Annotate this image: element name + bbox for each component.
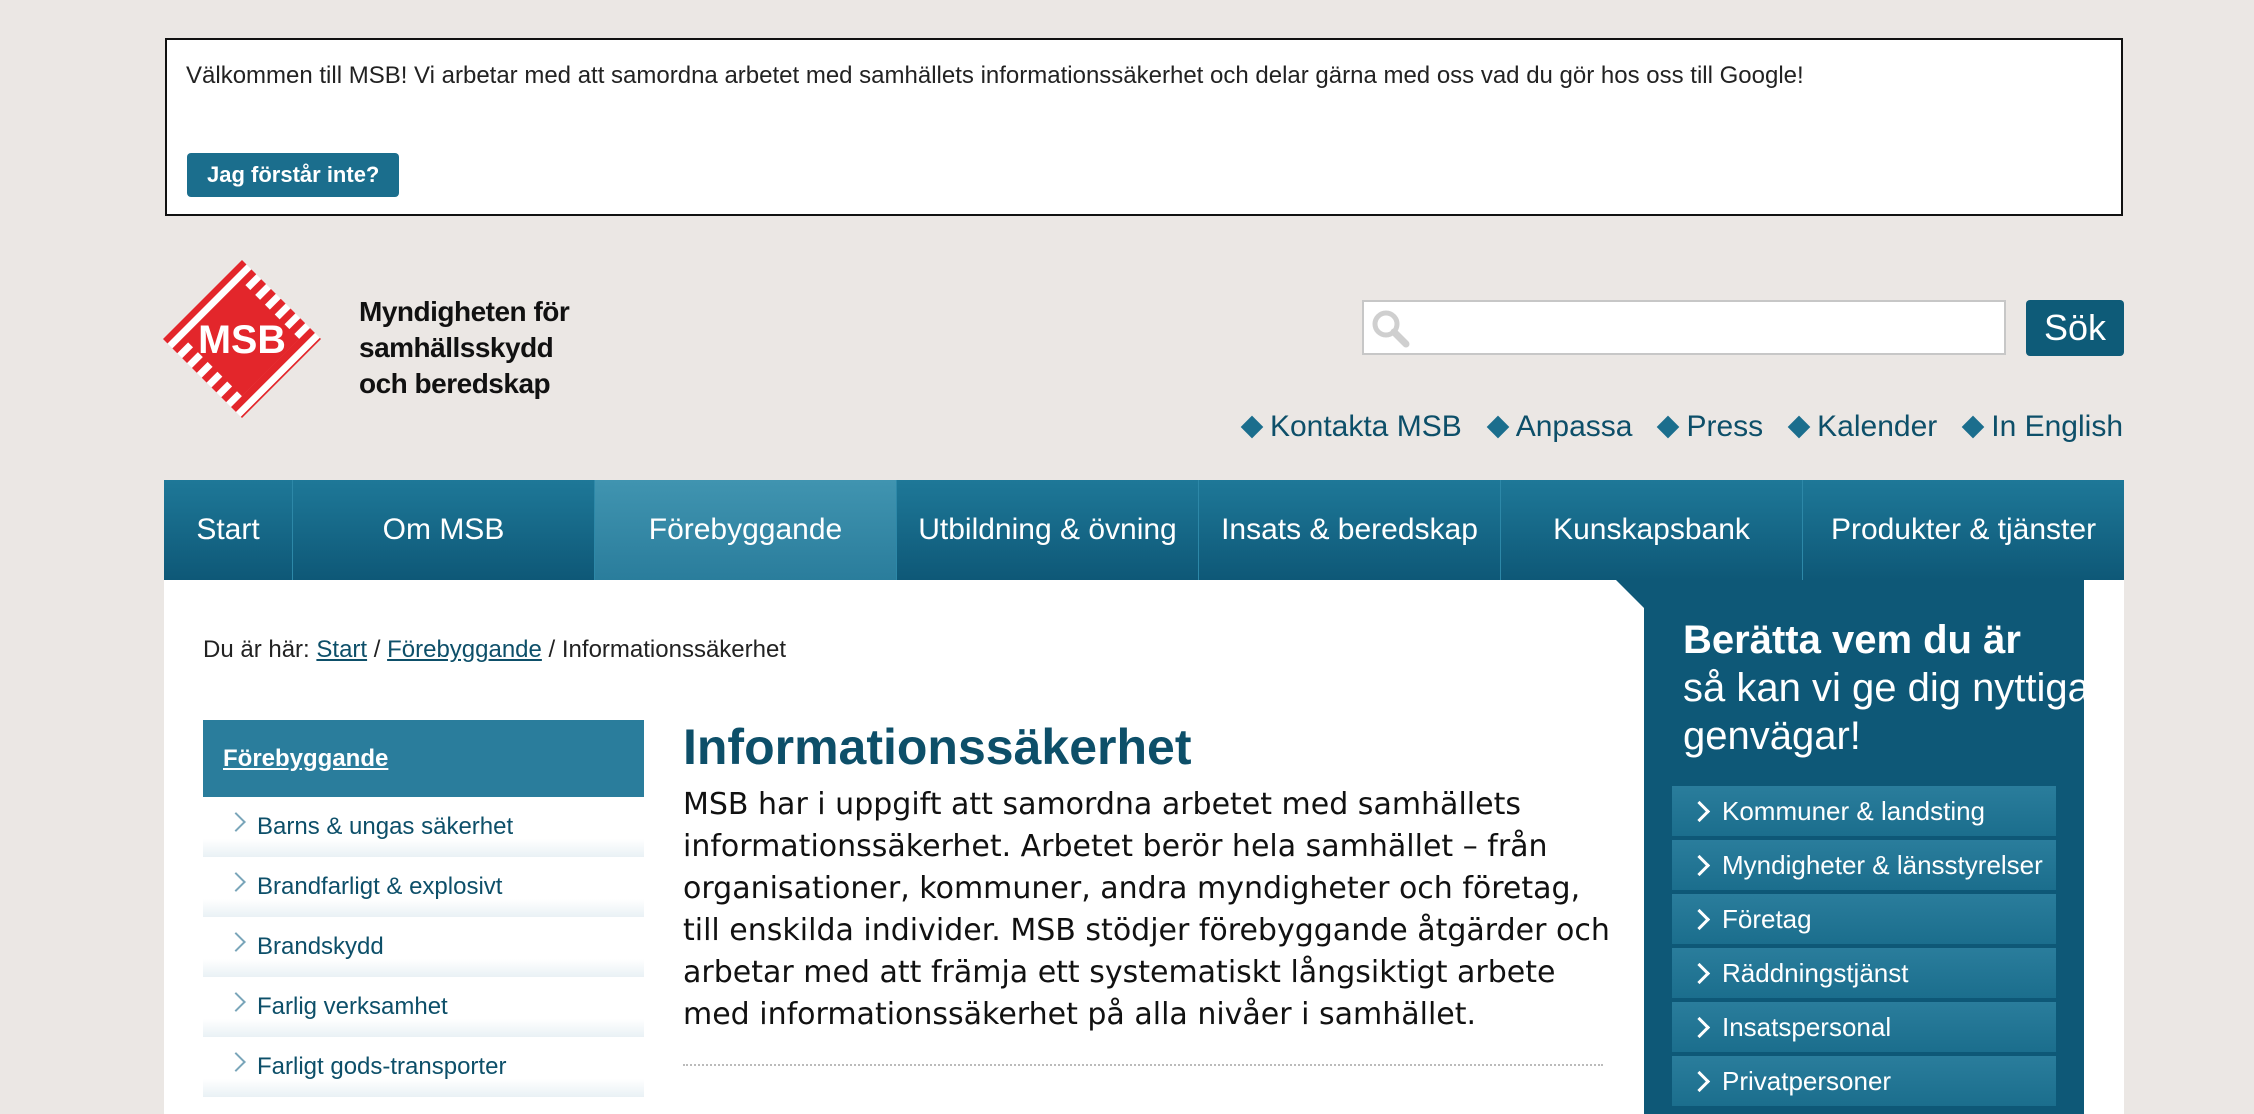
breadcrumb-separator: /: [373, 636, 381, 663]
chevron-right-icon: [1688, 1016, 1711, 1039]
subnav-item-barns[interactable]: Barns & ungas säkerhet: [203, 797, 644, 857]
divider: [683, 1064, 1603, 1066]
logo-title-line: Myndigheten för: [359, 296, 570, 327]
cookie-banner: Välkommen till MSB! Vi arbetar med att s…: [165, 38, 2123, 216]
chevron-right-icon: [1688, 800, 1711, 823]
chevron-right-icon: [1688, 908, 1711, 931]
search-button[interactable]: Sök: [2026, 300, 2124, 356]
util-link-anpassa[interactable]: Anpassa: [1486, 410, 1633, 444]
utility-links: Kontakta MSB Anpassa Press Kalender In E…: [1240, 410, 2123, 444]
subnav-item-brandskydd[interactable]: Brandskydd: [203, 917, 644, 977]
shortcut-label: Privatpersoner: [1722, 1065, 1892, 1096]
util-link-label: Kalender: [1817, 410, 1938, 443]
shortcut-insatspersonal[interactable]: Insatspersonal: [1672, 1002, 2056, 1052]
subnav-item-label: Barns & ungas säkerhet: [257, 813, 514, 840]
breadcrumb-prefix: Du är här:: [203, 636, 310, 663]
nav-om-msb[interactable]: Om MSB: [293, 480, 595, 580]
nav-utbildning[interactable]: Utbildning & övning: [897, 480, 1199, 580]
search-input[interactable]: [1418, 302, 2002, 355]
breadcrumb: Du är här: Start / Förebyggande / Inform…: [203, 636, 786, 664]
subnav-item-label: Brandfarligt & explosivt: [257, 873, 503, 900]
logo-mark: MSB: [198, 318, 286, 362]
breadcrumb-forebyggande[interactable]: Förebyggande: [387, 636, 542, 663]
subnav-item-farligt-gods[interactable]: Farligt gods-transporter: [203, 1037, 644, 1097]
util-link-label: Kontakta MSB: [1269, 410, 1462, 443]
nav-kunskapsbank[interactable]: Kunskapsbank: [1501, 480, 1803, 580]
shortcut-label: Räddningstjänst: [1722, 957, 1909, 988]
shortcut-privatpersoner[interactable]: Privatpersoner: [1672, 1056, 2056, 1106]
msb-logo[interactable]: MSB: [163, 260, 321, 418]
chevron-right-icon: [226, 932, 246, 952]
search-icon: [1372, 310, 1410, 348]
chevron-right-icon: [226, 812, 246, 832]
chevron-right-icon: [226, 1052, 246, 1072]
chevron-right-icon: [226, 992, 246, 1012]
diamond-bullet-icon: [1240, 415, 1264, 439]
subnav-item-label: Brandskydd: [257, 933, 384, 960]
page-title: Informationssäkerhet: [683, 719, 1192, 775]
breadcrumb-current: Informationssäkerhet: [561, 636, 786, 663]
subnav-heading: Förebyggande: [203, 720, 644, 797]
subnav-list: Barns & ungas säkerhet Brandfarligt & ex…: [203, 797, 644, 1097]
shortcut-kommuner[interactable]: Kommuner & landsting: [1672, 786, 2056, 836]
shortcut-label: Myndigheter & länsstyrelser: [1722, 849, 2043, 880]
logo-title: Myndigheten för samhällsskydd och bereds…: [359, 294, 570, 402]
breadcrumb-separator: /: [548, 636, 556, 663]
shortcut-foretag[interactable]: Företag: [1672, 894, 2056, 944]
nav-start[interactable]: Start: [164, 480, 293, 580]
chevron-right-icon: [1688, 854, 1711, 877]
nav-insats[interactable]: Insats & beredskap: [1199, 480, 1501, 580]
search-box: [1362, 300, 2006, 355]
subnav-item-label: Farlig verksamhet: [257, 993, 448, 1020]
logo-title-line: och beredskap: [359, 368, 551, 399]
shortcut-myndigheter[interactable]: Myndigheter & länsstyrelser: [1672, 840, 2056, 890]
side-heading: Berätta vem du är så kan vi ge dig nytti…: [1683, 616, 2254, 760]
shortcut-raddningstjanst[interactable]: Räddningstjänst: [1672, 948, 2056, 998]
util-link-kalender[interactable]: Kalender: [1787, 410, 1938, 444]
main-navigation: Start Om MSB Förebyggande Utbildning & ö…: [164, 480, 2124, 580]
diamond-bullet-icon: [1486, 415, 1510, 439]
logo-title-line: samhällsskydd: [359, 332, 554, 363]
util-link-press[interactable]: Press: [1657, 410, 1764, 444]
util-link-label: Press: [1686, 410, 1764, 443]
side-panel-notch: [1616, 580, 1644, 608]
util-link-kontakta[interactable]: Kontakta MSB: [1240, 410, 1462, 444]
side-heading-bold: Berätta vem du är: [1683, 618, 2021, 662]
nav-forebyggande[interactable]: Förebyggande: [595, 480, 897, 580]
breadcrumb-start[interactable]: Start: [316, 636, 367, 663]
chevron-right-icon: [1688, 1070, 1711, 1093]
util-link-label: Anpassa: [1515, 410, 1633, 443]
intro-text: MSB har i uppgift att samordna arbetet m…: [683, 787, 1610, 1032]
side-shortcut-list: Kommuner & landsting Myndigheter & länss…: [1672, 786, 2056, 1110]
shortcut-label: Kommuner & landsting: [1722, 795, 1986, 826]
shortcut-label: Företag: [1722, 903, 1812, 934]
subnav-item-label: Farligt gods-transporter: [257, 1053, 507, 1080]
diamond-bullet-icon: [1657, 415, 1680, 439]
subnav-item-farlig[interactable]: Farlig verksamhet: [203, 977, 644, 1037]
subnav-item-brandfarligt[interactable]: Brandfarligt & explosivt: [203, 857, 644, 917]
util-link-english[interactable]: In English: [1961, 410, 2123, 444]
subnav-heading-link[interactable]: Förebyggande: [223, 745, 388, 773]
shortcut-label: Insatspersonal: [1722, 1011, 1892, 1042]
nav-produkter[interactable]: Produkter & tjänster: [1803, 480, 2124, 580]
cookie-text: Välkommen till MSB! Vi arbetar med att s…: [186, 62, 1804, 89]
chevron-right-icon: [226, 872, 246, 892]
chevron-right-icon: [1688, 962, 1711, 985]
util-link-label: In English: [1991, 410, 2123, 443]
diamond-bullet-icon: [1787, 415, 1811, 439]
side-heading-rest: så kan vi ge dig nyttiga genvägar!: [1683, 666, 2090, 758]
diamond-bullet-icon: [1961, 415, 1985, 439]
cookie-info-button[interactable]: Jag förstår inte?: [187, 153, 400, 197]
